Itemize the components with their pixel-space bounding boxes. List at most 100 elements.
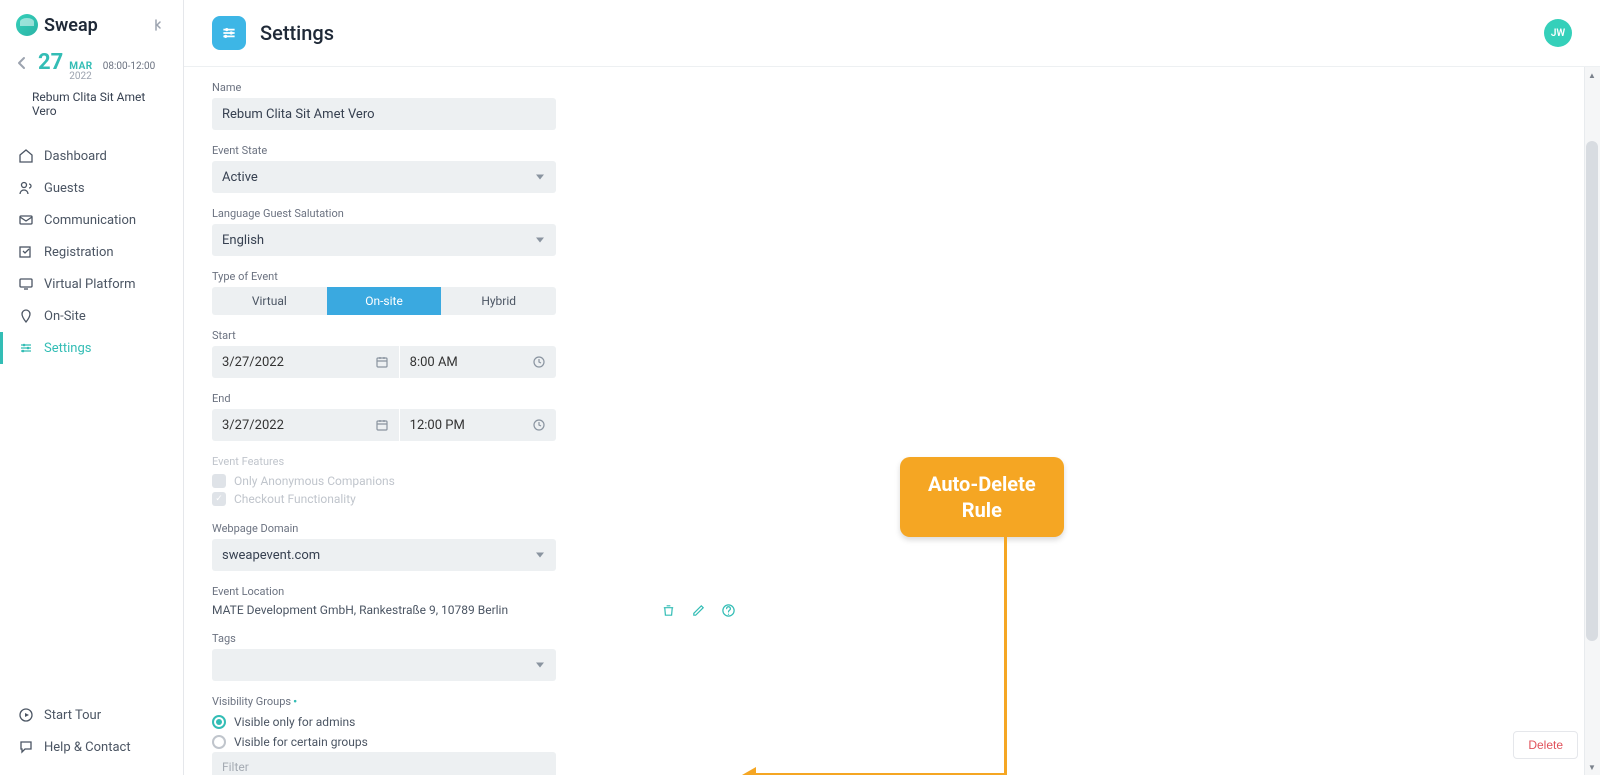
collapse-icon: [150, 17, 166, 33]
sidebar-nav: Dashboard Guests Communication Registrat…: [0, 134, 183, 699]
home-icon: [18, 148, 34, 164]
settings-header-icon: [212, 16, 246, 50]
visibility-certain-groups-radio[interactable]: Visible for certain groups: [212, 732, 736, 752]
callout-arrow-head-icon: [742, 767, 756, 775]
language-select[interactable]: English: [212, 224, 556, 256]
sidebar-footer: Start Tour Help & Contact: [0, 699, 183, 775]
filter-placeholder: Filter: [222, 760, 249, 774]
location-help-button[interactable]: [720, 602, 736, 618]
delete-location-button[interactable]: [660, 602, 676, 618]
radio-label: Visible only for admins: [234, 715, 355, 729]
delete-button-label: Delete: [1528, 738, 1563, 752]
location-icon: [18, 308, 34, 324]
scroll-down-button[interactable]: ▼: [1584, 759, 1600, 775]
edit-location-button[interactable]: [690, 602, 706, 618]
start-tour-button[interactable]: Start Tour: [0, 699, 183, 731]
feature-label: Only Anonymous Companions: [234, 474, 395, 488]
tags-label: Tags: [212, 632, 736, 645]
language-label: Language Guest Salutation: [212, 207, 736, 220]
radio-selected-icon: [212, 715, 226, 729]
type-option-on-site[interactable]: On-site: [327, 287, 442, 315]
page-title: Settings: [260, 21, 334, 45]
end-date-input[interactable]: 3/27/2022: [212, 409, 399, 441]
mail-icon: [18, 212, 34, 228]
pencil-icon: [691, 603, 706, 618]
webpage-domain-select[interactable]: sweapevent.com: [212, 539, 556, 571]
end-time-input[interactable]: 12:00 PM: [399, 409, 556, 441]
event-state-select[interactable]: Active: [212, 161, 556, 193]
name-input[interactable]: Rebum Clita Sit Amet Vero: [212, 98, 556, 130]
type-option-virtual[interactable]: Virtual: [212, 287, 327, 315]
radio-label: Visible for certain groups: [234, 735, 368, 749]
start-date-input[interactable]: 3/27/2022: [212, 346, 399, 378]
help-icon: [721, 603, 736, 618]
collapse-sidebar-button[interactable]: [149, 16, 167, 34]
visibility-admins-radio[interactable]: Visible only for admins: [212, 712, 736, 732]
event-year: 2022: [69, 72, 92, 82]
delete-button[interactable]: Delete: [1513, 731, 1578, 759]
sidebar-item-communication[interactable]: Communication: [0, 204, 183, 236]
event-location-value: MATE Development GmbH, Rankestraße 9, 10…: [212, 603, 646, 617]
sidebar-item-registration[interactable]: Registration: [0, 236, 183, 268]
start-time-input[interactable]: 8:00 AM: [399, 346, 556, 378]
calendar-icon: [375, 418, 389, 432]
start-time-value: 8:00 AM: [410, 355, 458, 370]
sidebar-item-dashboard[interactable]: Dashboard: [0, 140, 183, 172]
feature-label: Checkout Functionality: [234, 492, 356, 506]
scrollbar-thumb[interactable]: [1586, 141, 1598, 641]
sidebar-item-label: Communication: [44, 213, 136, 228]
sidebar-item-label: Dashboard: [44, 149, 107, 164]
sidebar-item-virtual-platform[interactable]: Virtual Platform: [0, 268, 183, 300]
feature-checkout-functionality: ✓ Checkout Functionality: [212, 490, 736, 508]
start-label: Start: [212, 329, 736, 342]
sidebar-item-on-site[interactable]: On-Site: [0, 300, 183, 332]
sidebar-item-label: Registration: [44, 245, 114, 260]
footer-item-label: Start Tour: [44, 708, 101, 723]
radio-unselected-icon: [212, 735, 226, 749]
chevron-left-icon: [16, 56, 28, 70]
avatar[interactable]: JW: [1544, 19, 1572, 47]
brand-logo: Sweap: [16, 14, 98, 36]
visibility-filter-input[interactable]: Filter: [212, 752, 556, 775]
chat-icon: [18, 739, 34, 755]
type-option-hybrid[interactable]: Hybrid: [441, 287, 556, 315]
sidebar-item-label: On-Site: [44, 309, 86, 324]
page-header: Settings JW: [184, 0, 1600, 67]
webpage-domain-label: Webpage Domain: [212, 522, 736, 535]
back-button[interactable]: [16, 50, 28, 70]
scrollbar[interactable]: ▲ ▼: [1584, 67, 1600, 775]
type-of-event-label: Type of Event: [212, 270, 736, 283]
brand-name: Sweap: [44, 15, 98, 36]
event-location-label: Event Location: [212, 585, 736, 598]
settings-form: Name Rebum Clita Sit Amet Vero Event Sta…: [184, 67, 764, 775]
clock-icon: [532, 355, 546, 369]
sidebar-item-label: Virtual Platform: [44, 277, 135, 292]
scroll-up-button[interactable]: ▲: [1584, 67, 1600, 83]
main-panel: Settings JW Name Rebum Clita Sit Amet Ve…: [184, 0, 1600, 775]
name-value: Rebum Clita Sit Amet Vero: [222, 107, 375, 122]
checkbox-checked-icon: ✓: [212, 492, 226, 506]
sidebar-item-label: Guests: [44, 181, 85, 196]
webpage-domain-value: sweapevent.com: [222, 548, 320, 563]
sliders-icon: [18, 340, 34, 356]
start-date-value: 3/27/2022: [222, 355, 284, 370]
event-day: 27: [38, 50, 63, 75]
end-label: End: [212, 392, 736, 405]
event-state-value: Active: [222, 170, 258, 185]
callout-arrow-vertical: [1004, 530, 1007, 775]
event-state-label: Event State: [212, 144, 736, 157]
users-icon: [18, 180, 34, 196]
clock-icon: [532, 418, 546, 432]
features-label: Event Features: [212, 455, 736, 468]
sidebar-item-guests[interactable]: Guests: [0, 172, 183, 204]
footer-item-label: Help & Contact: [44, 740, 131, 755]
registration-icon: [18, 244, 34, 260]
avatar-initials: JW: [1551, 28, 1565, 39]
checkbox-unchecked-icon: [212, 474, 226, 488]
sidebar-item-settings[interactable]: Settings: [0, 332, 183, 364]
name-label: Name: [212, 81, 736, 94]
content-area: Name Rebum Clita Sit Amet Vero Event Sta…: [184, 67, 1600, 775]
event-time-range: 08:00-12:00: [103, 61, 156, 72]
help-contact-button[interactable]: Help & Contact: [0, 731, 183, 763]
tags-select[interactable]: [212, 649, 556, 681]
